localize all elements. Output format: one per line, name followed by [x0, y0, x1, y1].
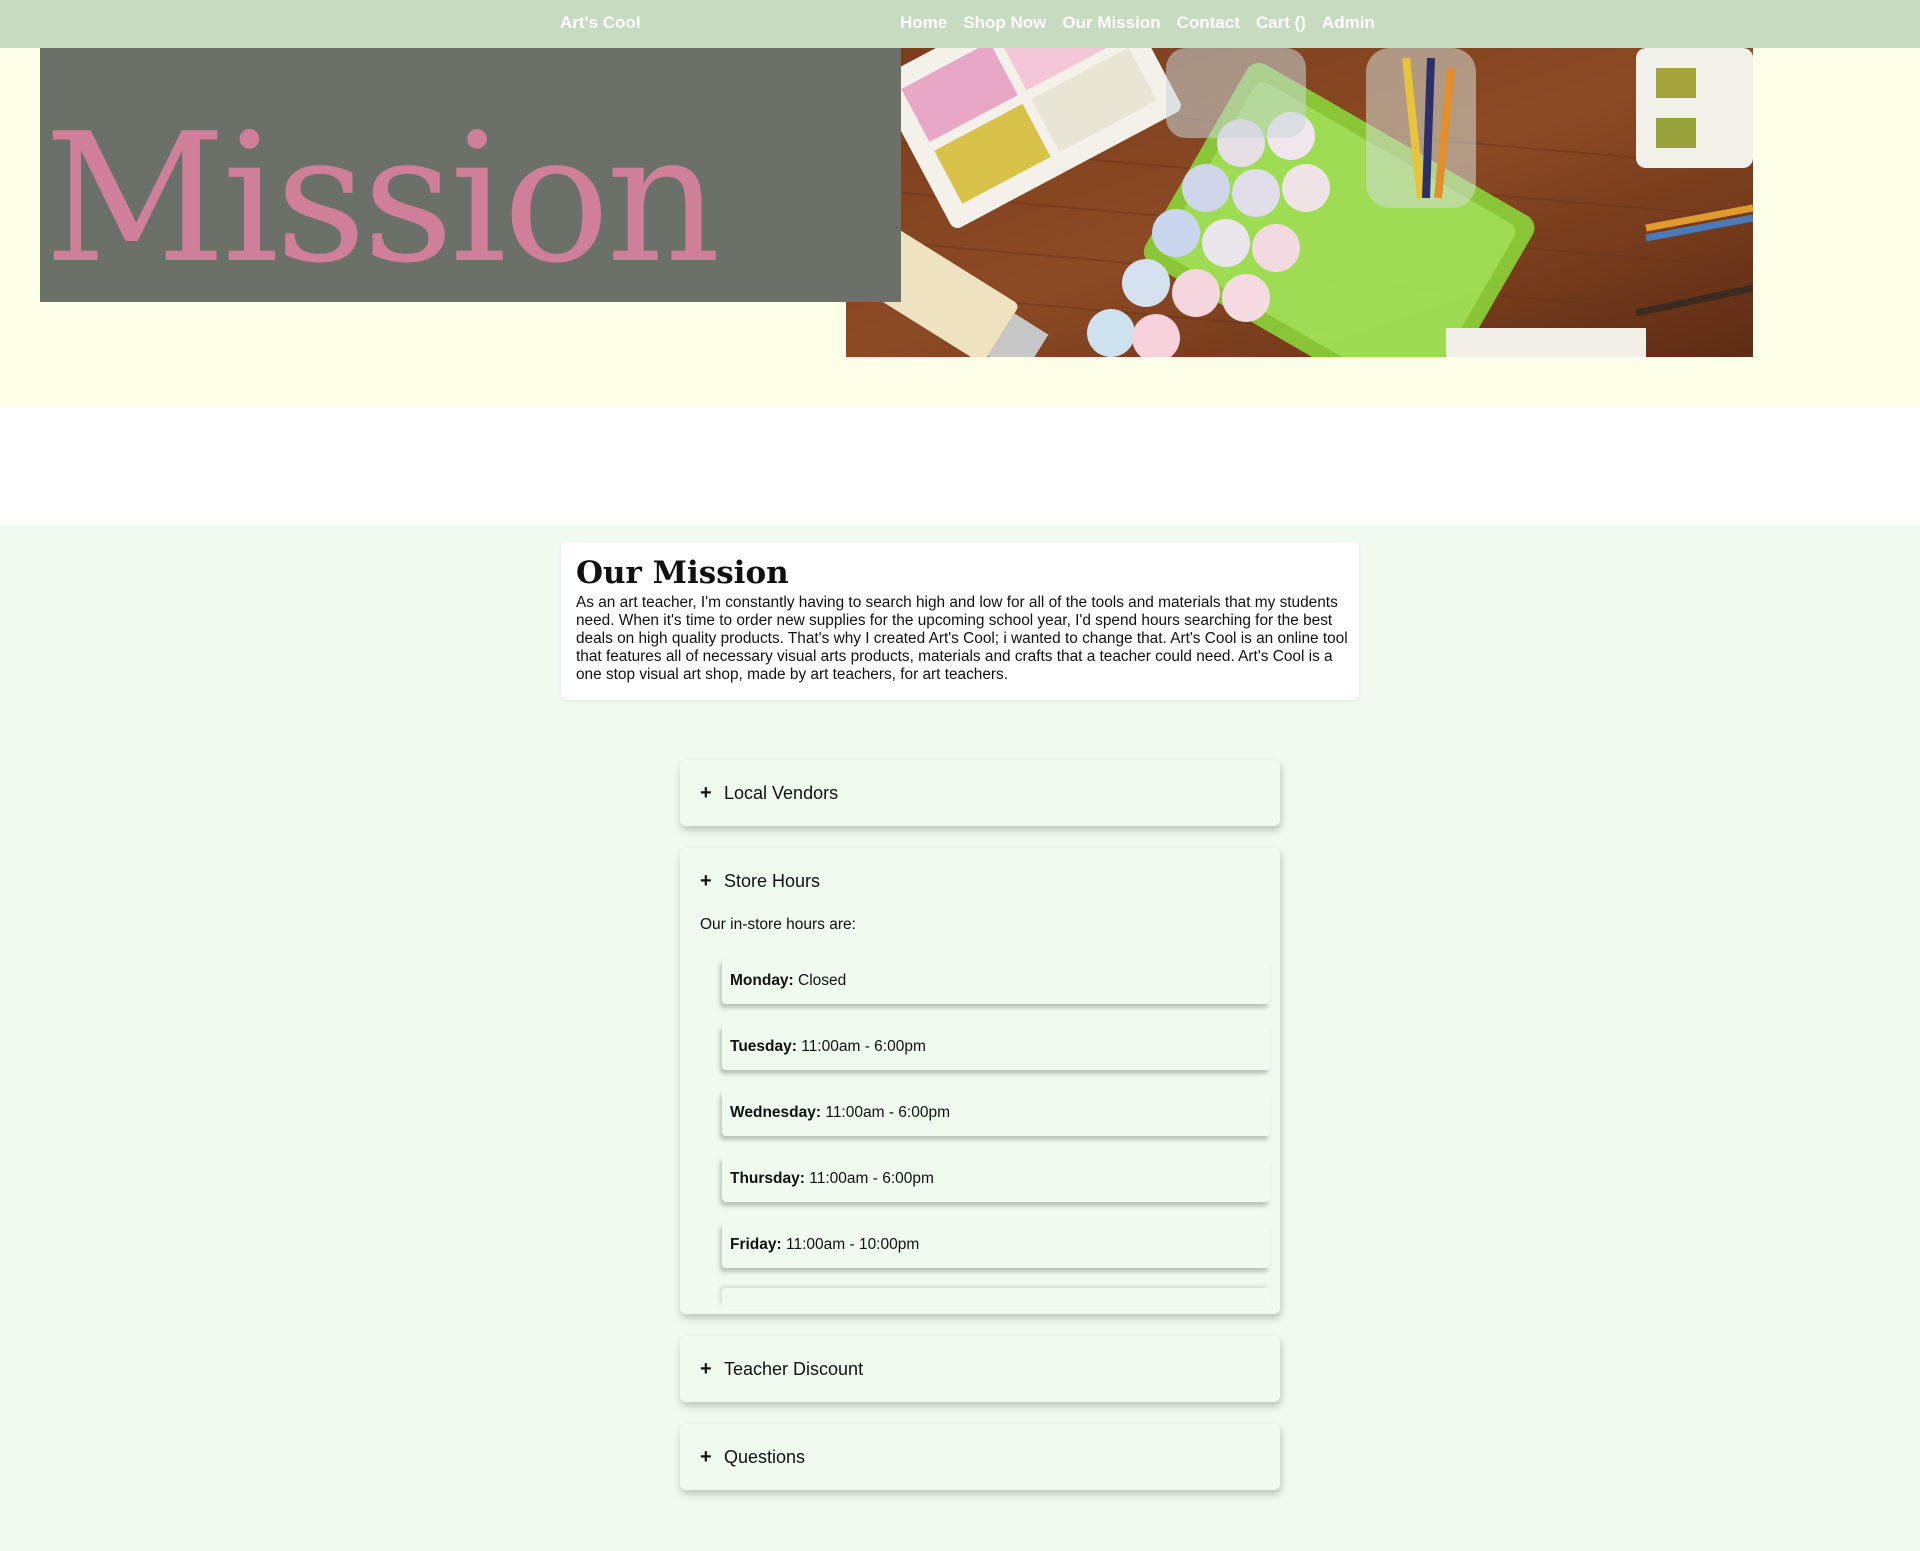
accordion-label: Teacher Discount [724, 1358, 864, 1379]
hero-title: Mission [44, 95, 721, 302]
hours-item-friday: Friday: 11:00am - 10:00pm [722, 1222, 1270, 1268]
brand-link[interactable]: Art's Cool [560, 13, 641, 33]
accordion-label: Questions [724, 1446, 806, 1467]
spacer-band [0, 406, 1920, 525]
hours-day: Tuesday: [730, 1038, 797, 1055]
hero-section: Mission [0, 48, 1920, 406]
accordion-store-hours: + Store Hours Our in-store hours are: Mo… [680, 848, 1280, 1314]
plus-icon: + [700, 869, 712, 892]
hours-time: 11:00am - 6:00pm [809, 1170, 934, 1187]
hours-item-wednesday: Wednesday: 11:00am - 6:00pm [722, 1090, 1270, 1136]
hours-time: 11:00am - 6:00pm [825, 1104, 950, 1121]
plus-icon: + [700, 1445, 712, 1468]
mission-card: Our Mission As an art teacher, I'm const… [561, 542, 1359, 700]
hours-time: 11:00am - 10:00pm [786, 1236, 920, 1253]
hours-item-tuesday: Tuesday: 11:00am - 6:00pm [722, 1024, 1270, 1070]
nav-link-cart[interactable]: Cart () [1256, 13, 1306, 33]
accordion-header-questions[interactable]: + Questions [700, 1424, 805, 1490]
hours-day: Thursday: [730, 1170, 805, 1187]
accordion-header-teacher-discount[interactable]: + Teacher Discount [700, 1336, 863, 1402]
plus-icon: + [700, 1357, 712, 1380]
accordion-label: Store Hours [724, 870, 821, 891]
hours-day: Wednesday: [730, 1104, 822, 1121]
nav-link-contact[interactable]: Contact [1177, 13, 1240, 33]
accordion-questions: + Questions [680, 1424, 1280, 1490]
art-supplies-photo [846, 48, 1753, 357]
accordion-local-vendors: + Local Vendors [680, 760, 1280, 826]
plus-icon: + [700, 781, 712, 804]
mission-body: As an art teacher, I'm constantly having… [576, 594, 1348, 683]
accordion-teacher-discount: + Teacher Discount [680, 1336, 1280, 1402]
hours-day: Monday: [730, 972, 794, 989]
hours-item-monday: Monday: Closed [722, 958, 1270, 1004]
store-hours-intro: Our in-store hours are: [700, 916, 856, 933]
nav-link-our-mission[interactable]: Our Mission [1062, 13, 1160, 33]
hero-title-box: Mission [40, 48, 901, 302]
hours-time: 11:00am - 6:00pm [801, 1038, 926, 1055]
hours-list: Monday: Closed Tuesday: 11:00am - 6:00pm… [722, 958, 1270, 1306]
navbar: Art's Cool Home Shop Now Our Mission Con… [0, 0, 1920, 48]
hours-item-partial [722, 1288, 1270, 1306]
nav-link-shop-now[interactable]: Shop Now [963, 13, 1046, 33]
nav-link-home[interactable]: Home [900, 13, 947, 33]
mission-heading: Our Mission [576, 555, 789, 591]
hours-item-thursday: Thursday: 11:00am - 6:00pm [722, 1156, 1270, 1202]
nav-link-admin[interactable]: Admin [1322, 13, 1375, 33]
hours-day: Friday: [730, 1236, 782, 1253]
nav-links: Home Shop Now Our Mission Contact Cart (… [900, 13, 1391, 33]
accordion-header-local-vendors[interactable]: + Local Vendors [700, 760, 838, 826]
hours-time: Closed [798, 972, 847, 989]
accordion-label: Local Vendors [724, 782, 839, 803]
accordion-header-store-hours[interactable]: + Store Hours [700, 848, 820, 914]
